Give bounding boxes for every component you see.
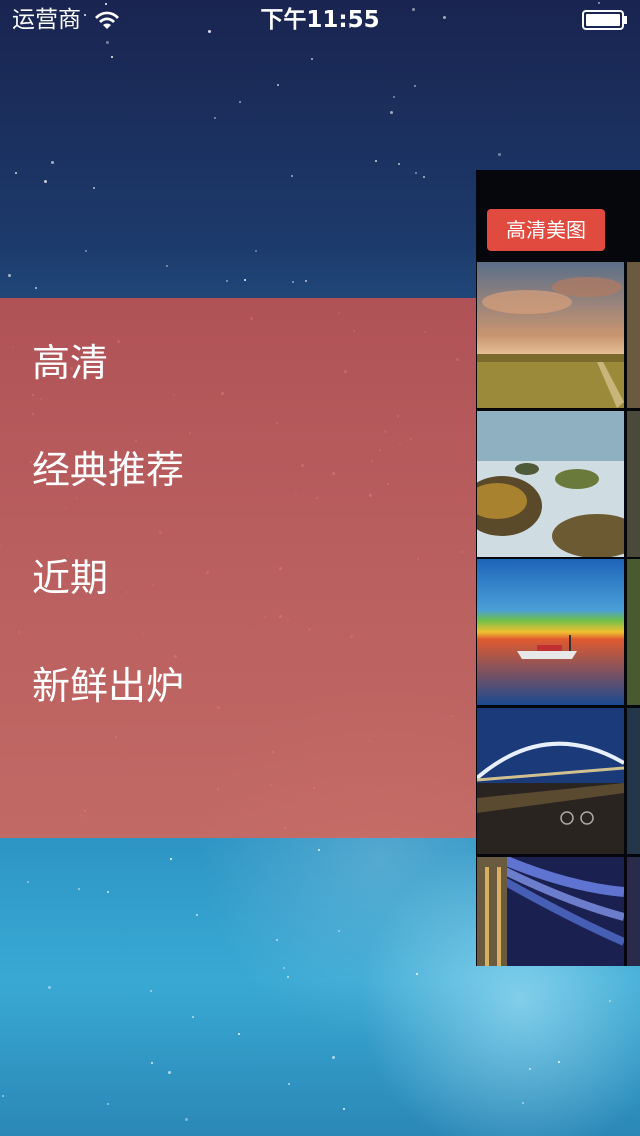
star xyxy=(255,250,257,252)
star xyxy=(214,117,216,119)
star xyxy=(44,180,47,183)
star xyxy=(276,939,278,941)
star xyxy=(192,1016,194,1018)
star xyxy=(292,281,294,283)
star xyxy=(311,58,313,60)
star xyxy=(416,973,418,975)
star xyxy=(238,1033,240,1035)
star xyxy=(414,85,416,87)
star xyxy=(196,914,198,916)
star xyxy=(415,172,417,174)
star xyxy=(107,1103,109,1105)
star xyxy=(375,160,377,162)
star xyxy=(78,888,80,890)
star xyxy=(288,1083,290,1085)
thumbnail-light-trails[interactable] xyxy=(477,857,624,966)
star xyxy=(85,250,87,252)
star xyxy=(277,84,279,86)
status-time: 下午11:55 xyxy=(260,7,380,33)
star xyxy=(8,274,11,277)
menu-item-hd[interactable]: 高清 xyxy=(32,332,108,387)
star xyxy=(168,1071,171,1074)
star xyxy=(166,265,168,267)
star xyxy=(51,161,54,164)
star xyxy=(239,101,241,103)
star xyxy=(27,881,29,883)
star xyxy=(106,41,109,44)
star xyxy=(305,280,307,282)
menu-item-fresh[interactable]: 新鲜出炉 xyxy=(32,655,184,710)
star xyxy=(390,111,393,114)
star xyxy=(48,986,51,989)
star xyxy=(107,891,109,893)
menu-item-classic-recommend[interactable]: 经典推荐 xyxy=(32,439,184,494)
star xyxy=(529,1068,531,1070)
star xyxy=(150,990,152,992)
menu-item-recent[interactable]: 近期 xyxy=(32,547,108,602)
hd-images-button[interactable]: 高清美图 xyxy=(487,209,605,251)
star xyxy=(291,175,293,177)
star xyxy=(185,1118,188,1121)
star xyxy=(332,1056,335,1059)
thumbnail-bridge-night[interactable] xyxy=(477,708,624,854)
star xyxy=(423,176,425,178)
star xyxy=(93,187,95,189)
thumbnail-edge xyxy=(627,411,640,557)
main-content-panel[interactable]: 高清美图 xyxy=(476,170,640,966)
status-bar: 运营商 下午11:55 xyxy=(0,0,640,40)
star xyxy=(244,279,246,281)
star xyxy=(558,1061,560,1063)
star xyxy=(15,172,17,174)
side-menu: 高清 经典推荐 近期 新鲜出炉 xyxy=(0,298,476,838)
thumbnail-edge xyxy=(627,857,640,966)
star xyxy=(35,287,37,289)
star xyxy=(393,96,395,98)
thumbnail-edge xyxy=(627,262,640,408)
star xyxy=(287,976,289,978)
star xyxy=(398,163,400,165)
star xyxy=(338,930,340,932)
star xyxy=(283,967,285,969)
star xyxy=(522,1102,524,1104)
star xyxy=(111,56,113,58)
star xyxy=(151,1062,153,1064)
thumbnail-boat-sunset[interactable] xyxy=(477,559,624,705)
star xyxy=(609,1000,611,1002)
battery-icon xyxy=(582,10,627,30)
star xyxy=(498,153,501,156)
thumbnail-edge xyxy=(627,559,640,705)
star xyxy=(343,1108,345,1110)
star xyxy=(226,280,228,282)
thumbnail-wheat-field[interactable] xyxy=(477,262,624,408)
thumbnail-edge xyxy=(627,708,640,854)
thumbnail-coast-rocks[interactable] xyxy=(477,411,624,557)
star xyxy=(170,858,172,860)
star xyxy=(2,1095,4,1097)
star xyxy=(318,849,320,851)
